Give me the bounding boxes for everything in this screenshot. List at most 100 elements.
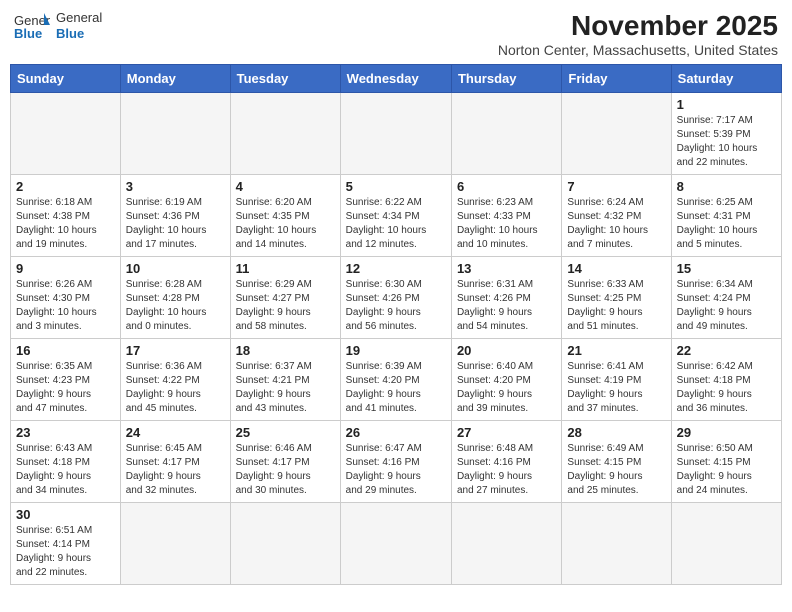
day-info: Sunrise: 6:22 AM Sunset: 4:34 PM Dayligh… — [346, 196, 446, 252]
header: General Blue General Blue November 2025 … — [10, 10, 782, 58]
calendar-cell: 7 Sunrise: 6:24 AM Sunset: 4:32 PM Daylig… — [562, 175, 671, 257]
week-row-3: 9Sunrise: 6:26 AM Sunset: 4:30 PM Daylig… — [11, 257, 782, 339]
calendar-cell: 20 Sunrise: 6:40 AM Sunset: 4:20 PM Dayli… — [451, 339, 561, 421]
calendar-cell: 14 Sunrise: 6:33 AM Sunset: 4:25 PM Dayli… — [562, 257, 671, 339]
day-number: 19 — [346, 343, 446, 358]
calendar-cell: 29Sunrise: 6:50 AM Sunset: 4:15 PM Dayli… — [671, 421, 781, 503]
calendar-cell: 16 Sunrise: 6:35 AM Sunset: 4:23 PM Dayli… — [11, 339, 121, 421]
day-info: Sunrise: 6:43 AM Sunset: 4:18 PM Dayligh… — [16, 442, 115, 498]
day-info: Sunrise: 6:28 AM Sunset: 4:28 PM Dayligh… — [126, 278, 225, 334]
calendar-cell — [451, 93, 561, 175]
calendar-cell: 25 Sunrise: 6:46 AM Sunset: 4:17 PM Dayli… — [230, 421, 340, 503]
day-number: 16 — [16, 343, 115, 358]
location-title: Norton Center, Massachusetts, United Sta… — [498, 42, 778, 58]
day-info: Sunrise: 7:17 AM Sunset: 5:39 PM Dayligh… — [677, 114, 776, 170]
weekday-header-saturday: Saturday — [671, 65, 781, 93]
weekday-header-monday: Monday — [120, 65, 230, 93]
calendar-cell — [671, 503, 781, 585]
logo-icon: General Blue — [14, 11, 50, 41]
day-info: Sunrise: 6:49 AM Sunset: 4:15 PM Dayligh… — [567, 442, 665, 498]
calendar-cell — [230, 503, 340, 585]
day-number: 12 — [346, 261, 446, 276]
weekday-header-wednesday: Wednesday — [340, 65, 451, 93]
calendar-cell: 17 Sunrise: 6:36 AM Sunset: 4:22 PM Dayli… — [120, 339, 230, 421]
day-number: 18 — [236, 343, 335, 358]
day-number: 25 — [236, 425, 335, 440]
calendar-cell: 13 Sunrise: 6:31 AM Sunset: 4:26 PM Dayli… — [451, 257, 561, 339]
day-info: Sunrise: 6:46 AM Sunset: 4:17 PM Dayligh… — [236, 442, 335, 498]
calendar-cell — [451, 503, 561, 585]
week-row-5: 23 Sunrise: 6:43 AM Sunset: 4:18 PM Dayli… — [11, 421, 782, 503]
calendar-cell — [562, 93, 671, 175]
day-number: 26 — [346, 425, 446, 440]
day-info: Sunrise: 6:40 AM Sunset: 4:20 PM Dayligh… — [457, 360, 556, 416]
calendar-cell: 15Sunrise: 6:34 AM Sunset: 4:24 PM Dayli… — [671, 257, 781, 339]
day-info: Sunrise: 6:19 AM Sunset: 4:36 PM Dayligh… — [126, 196, 225, 252]
day-number: 29 — [677, 425, 776, 440]
calendar-cell: 3Sunrise: 6:19 AM Sunset: 4:36 PM Daylig… — [120, 175, 230, 257]
day-info: Sunrise: 6:47 AM Sunset: 4:16 PM Dayligh… — [346, 442, 446, 498]
logo-blue-text: Blue — [56, 26, 102, 42]
calendar: SundayMondayTuesdayWednesdayThursdayFrid… — [10, 64, 782, 585]
day-info: Sunrise: 6:34 AM Sunset: 4:24 PM Dayligh… — [677, 278, 776, 334]
week-row-4: 16 Sunrise: 6:35 AM Sunset: 4:23 PM Dayli… — [11, 339, 782, 421]
day-info: Sunrise: 6:30 AM Sunset: 4:26 PM Dayligh… — [346, 278, 446, 334]
day-number: 14 — [567, 261, 665, 276]
calendar-cell — [562, 503, 671, 585]
calendar-cell: 8 Sunrise: 6:25 AM Sunset: 4:31 PM Daylig… — [671, 175, 781, 257]
weekday-header-thursday: Thursday — [451, 65, 561, 93]
calendar-cell — [340, 93, 451, 175]
day-info: Sunrise: 6:45 AM Sunset: 4:17 PM Dayligh… — [126, 442, 225, 498]
day-number: 20 — [457, 343, 556, 358]
day-info: Sunrise: 6:24 AM Sunset: 4:32 PM Dayligh… — [567, 196, 665, 252]
day-info: Sunrise: 6:23 AM Sunset: 4:33 PM Dayligh… — [457, 196, 556, 252]
day-info: Sunrise: 6:20 AM Sunset: 4:35 PM Dayligh… — [236, 196, 335, 252]
calendar-cell: 26 Sunrise: 6:47 AM Sunset: 4:16 PM Dayli… — [340, 421, 451, 503]
calendar-cell: 11 Sunrise: 6:29 AM Sunset: 4:27 PM Dayli… — [230, 257, 340, 339]
day-info: Sunrise: 6:35 AM Sunset: 4:23 PM Dayligh… — [16, 360, 115, 416]
calendar-cell: 2Sunrise: 6:18 AM Sunset: 4:38 PM Daylig… — [11, 175, 121, 257]
week-row-2: 2Sunrise: 6:18 AM Sunset: 4:38 PM Daylig… — [11, 175, 782, 257]
calendar-cell: 21Sunrise: 6:41 AM Sunset: 4:19 PM Dayli… — [562, 339, 671, 421]
day-number: 7 — [567, 179, 665, 194]
calendar-cell: 19 Sunrise: 6:39 AM Sunset: 4:20 PM Dayli… — [340, 339, 451, 421]
day-info: Sunrise: 6:36 AM Sunset: 4:22 PM Dayligh… — [126, 360, 225, 416]
logo-general-text: General — [56, 10, 102, 26]
day-number: 28 — [567, 425, 665, 440]
day-info: Sunrise: 6:31 AM Sunset: 4:26 PM Dayligh… — [457, 278, 556, 334]
day-info: Sunrise: 6:42 AM Sunset: 4:18 PM Dayligh… — [677, 360, 776, 416]
day-info: Sunrise: 6:37 AM Sunset: 4:21 PM Dayligh… — [236, 360, 335, 416]
day-info: Sunrise: 6:33 AM Sunset: 4:25 PM Dayligh… — [567, 278, 665, 334]
day-info: Sunrise: 6:29 AM Sunset: 4:27 PM Dayligh… — [236, 278, 335, 334]
day-number: 2 — [16, 179, 115, 194]
calendar-cell: 30Sunrise: 6:51 AM Sunset: 4:14 PM Dayli… — [11, 503, 121, 585]
logo: General Blue General Blue — [14, 10, 102, 41]
day-info: Sunrise: 6:39 AM Sunset: 4:20 PM Dayligh… — [346, 360, 446, 416]
calendar-cell: 12 Sunrise: 6:30 AM Sunset: 4:26 PM Dayli… — [340, 257, 451, 339]
calendar-cell: 9Sunrise: 6:26 AM Sunset: 4:30 PM Daylig… — [11, 257, 121, 339]
day-number: 17 — [126, 343, 225, 358]
day-number: 8 — [677, 179, 776, 194]
calendar-cell: 24 Sunrise: 6:45 AM Sunset: 4:17 PM Dayli… — [120, 421, 230, 503]
title-area: November 2025 Norton Center, Massachuset… — [498, 10, 778, 58]
day-number: 9 — [16, 261, 115, 276]
day-number: 13 — [457, 261, 556, 276]
calendar-cell: 27Sunrise: 6:48 AM Sunset: 4:16 PM Dayli… — [451, 421, 561, 503]
calendar-cell: 22Sunrise: 6:42 AM Sunset: 4:18 PM Dayli… — [671, 339, 781, 421]
calendar-cell: 23 Sunrise: 6:43 AM Sunset: 4:18 PM Dayli… — [11, 421, 121, 503]
day-number: 11 — [236, 261, 335, 276]
day-number: 23 — [16, 425, 115, 440]
calendar-cell — [340, 503, 451, 585]
month-title: November 2025 — [498, 10, 778, 42]
day-number: 21 — [567, 343, 665, 358]
weekday-header-tuesday: Tuesday — [230, 65, 340, 93]
day-info: Sunrise: 6:25 AM Sunset: 4:31 PM Dayligh… — [677, 196, 776, 252]
week-row-6: 30Sunrise: 6:51 AM Sunset: 4:14 PM Dayli… — [11, 503, 782, 585]
calendar-cell: 5 Sunrise: 6:22 AM Sunset: 4:34 PM Daylig… — [340, 175, 451, 257]
calendar-cell — [120, 503, 230, 585]
calendar-cell — [230, 93, 340, 175]
day-number: 30 — [16, 507, 115, 522]
day-number: 24 — [126, 425, 225, 440]
day-number: 5 — [346, 179, 446, 194]
day-number: 6 — [457, 179, 556, 194]
